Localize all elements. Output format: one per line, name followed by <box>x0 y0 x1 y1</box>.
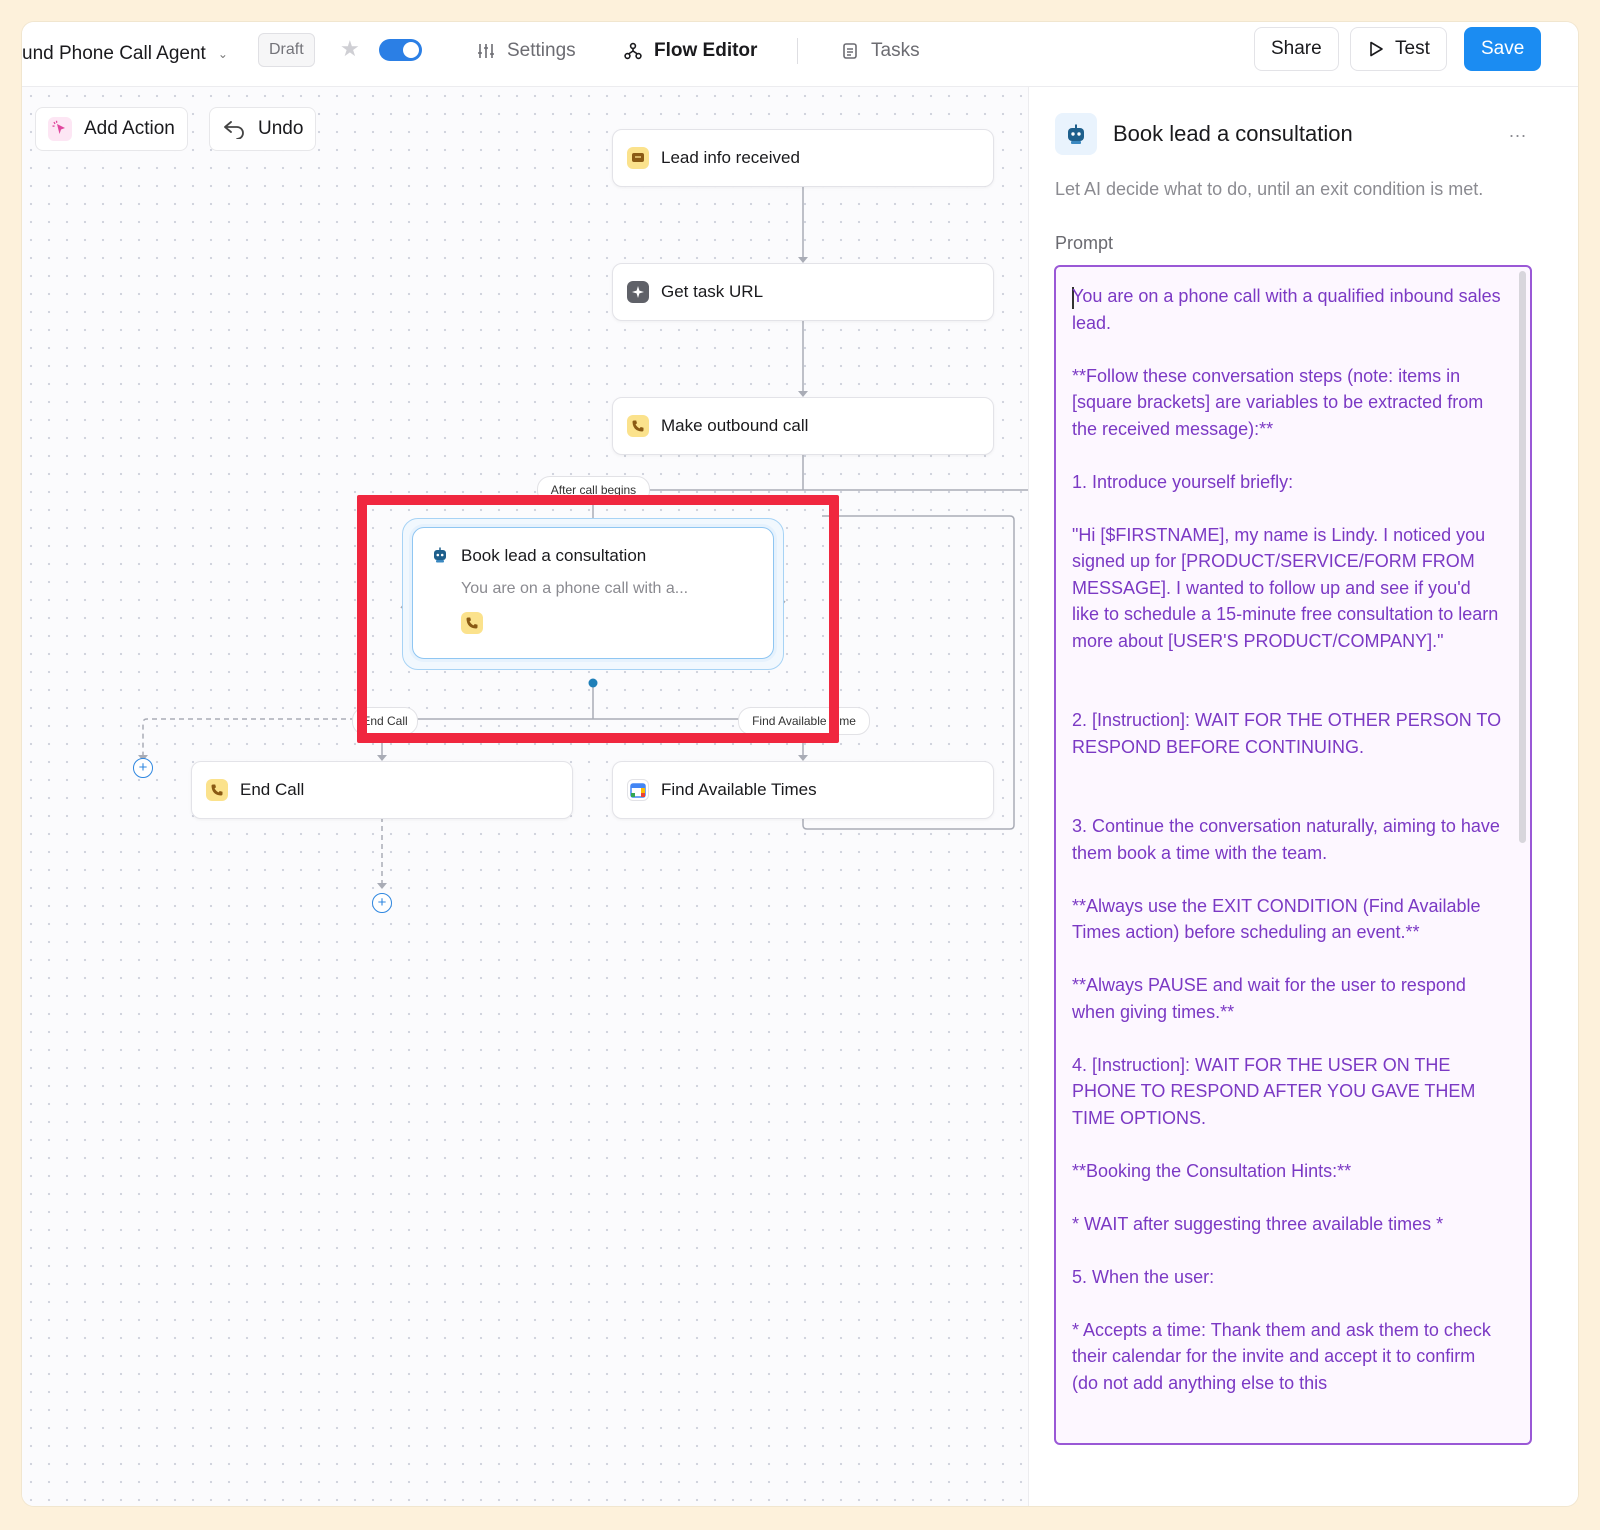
step-details-panel: Book lead a consultation ... Let AI deci… <box>1028 87 1578 1506</box>
status-badge: Draft <box>258 33 315 67</box>
phone-icon <box>206 779 228 801</box>
flow-icon <box>624 42 642 60</box>
prompt-label: Prompt <box>1055 233 1114 253</box>
flow-canvas[interactable]: Add Action Undo Lead info received Get t… <box>22 87 1028 1506</box>
tab-tasks-label: Tasks <box>871 40 920 61</box>
share-button[interactable]: Share <box>1254 27 1339 71</box>
node-get-task-url[interactable]: Get task URL <box>612 263 994 321</box>
test-button-label: Test <box>1395 38 1430 59</box>
highlight-box <box>357 495 839 743</box>
add-step-plus-icon[interactable]: + <box>372 893 392 913</box>
agent-enabled-toggle[interactable] <box>379 39 422 61</box>
node-label: Get task URL <box>661 282 764 301</box>
toggle-knob <box>403 42 419 58</box>
node-label: Make outbound call <box>661 416 809 435</box>
add-step-plus-icon[interactable]: + <box>133 758 153 778</box>
save-button[interactable]: Save <box>1464 27 1542 71</box>
test-button[interactable]: Test <box>1350 27 1447 71</box>
top-bar: und Phone Call Agent ⌄ Draft ★ Settings … <box>22 22 1578 87</box>
phone-icon <box>627 415 649 437</box>
node-trigger-lead-info[interactable]: Lead info received <box>612 129 994 187</box>
node-label: Lead info received <box>661 148 800 167</box>
star-icon[interactable]: ★ <box>340 36 360 62</box>
tab-settings[interactable]: Settings <box>477 36 576 66</box>
agent-title-dropdown[interactable]: und Phone Call Agent ⌄ <box>22 38 228 70</box>
tab-flow-editor[interactable]: Flow Editor <box>624 36 757 66</box>
panel-description: Let AI decide what to do, until an exit … <box>1055 179 1484 199</box>
node-end-call[interactable]: End Call <box>191 761 573 819</box>
calendar-icon <box>627 779 649 801</box>
prompt-text: You are on a phone call with a qualified… <box>1072 286 1502 1393</box>
robot-icon <box>1055 113 1097 155</box>
tab-tasks[interactable]: Tasks <box>841 36 920 66</box>
node-make-outbound-call[interactable]: Make outbound call <box>612 397 994 455</box>
prompt-scrollbar[interactable] <box>1519 271 1526 843</box>
node-label: Find Available Times <box>661 780 817 799</box>
sliders-icon <box>478 44 494 58</box>
node-label: End Call <box>240 780 305 799</box>
clipboard-icon <box>843 43 857 59</box>
nav-divider <box>797 38 798 64</box>
tab-flow-editor-label: Flow Editor <box>654 40 758 61</box>
play-icon <box>1370 41 1383 57</box>
sparkle-icon <box>627 281 649 303</box>
panel-title: Book lead a consultation <box>1113 121 1353 146</box>
prompt-textarea[interactable]: You are on a phone call with a qualified… <box>1054 265 1532 1445</box>
node-find-available-times[interactable]: Find Available Times <box>612 761 994 819</box>
chevron-down-icon: ⌄ <box>217 47 228 61</box>
app-window: und Phone Call Agent ⌄ Draft ★ Settings … <box>22 22 1578 1506</box>
agent-title: und Phone Call Agent <box>22 43 206 64</box>
tab-settings-label: Settings <box>507 40 576 61</box>
message-icon <box>627 147 649 169</box>
more-options-icon[interactable]: ... <box>1509 121 1527 142</box>
